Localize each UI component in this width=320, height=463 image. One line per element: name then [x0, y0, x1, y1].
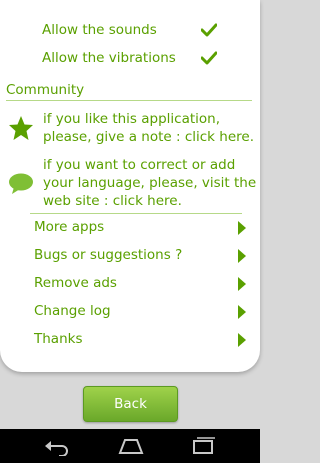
back-nav-icon[interactable]: [42, 436, 72, 456]
section-header-community: Community: [6, 82, 85, 98]
chevron-right-icon: [238, 333, 246, 347]
chevron-right-icon: [238, 277, 246, 291]
menu-item-change-log[interactable]: Change log: [0, 299, 260, 325]
translate-text: if you want to correct or add your langu…: [43, 157, 257, 209]
menu-label: More apps: [34, 219, 105, 235]
menu-label: Bugs or suggestions ?: [34, 247, 183, 263]
recent-apps-icon[interactable]: [188, 436, 218, 456]
menu-label: Remove ads: [34, 275, 117, 291]
home-nav-icon[interactable]: [116, 436, 146, 456]
star-icon: [9, 116, 33, 140]
menu-item-thanks[interactable]: Thanks: [0, 327, 260, 353]
system-nav-bar: [0, 429, 260, 463]
section-divider: [6, 100, 252, 101]
setting-label-vibrations: Allow the vibrations: [42, 50, 176, 66]
menu-label: Thanks: [34, 331, 83, 347]
menu-divider: [30, 213, 242, 214]
rate-app-item[interactable]: if you like this application, please, gi…: [0, 109, 260, 147]
checkmark-icon[interactable]: [201, 51, 217, 65]
checkmark-icon[interactable]: [201, 23, 217, 37]
setting-row-vibrations[interactable]: Allow the vibrations: [0, 46, 260, 72]
setting-label-sounds: Allow the sounds: [42, 22, 157, 38]
chevron-right-icon: [238, 305, 246, 319]
chevron-right-icon: [238, 221, 246, 235]
chevron-right-icon: [238, 249, 246, 263]
menu-item-remove-ads[interactable]: Remove ads: [0, 271, 260, 297]
rate-app-text: if you like this application, please, gi…: [43, 111, 255, 145]
back-button[interactable]: Back: [83, 386, 178, 422]
menu-item-bugs[interactable]: Bugs or suggestions ?: [0, 243, 260, 269]
about-panel: Allow the sounds Allow the vibrations Co…: [0, 0, 260, 372]
setting-row-sounds[interactable]: Allow the sounds: [0, 18, 260, 44]
speech-bubble-icon: [9, 173, 33, 194]
translate-item[interactable]: if you want to correct or add your langu…: [0, 155, 260, 211]
menu-label: Change log: [34, 303, 111, 319]
menu-item-more-apps[interactable]: More apps: [0, 215, 260, 241]
